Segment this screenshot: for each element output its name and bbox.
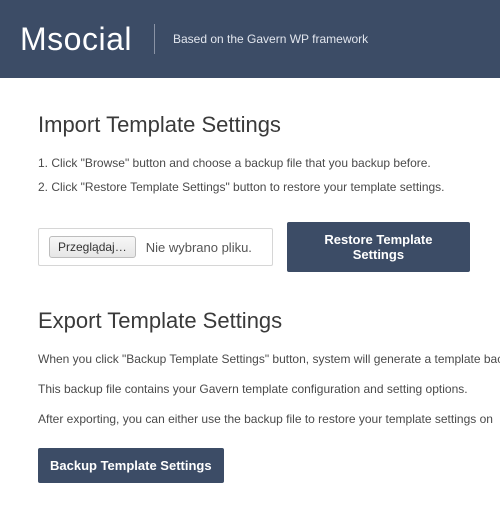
backup-button[interactable]: Backup Template Settings <box>38 448 224 483</box>
import-section-title: Import Template Settings <box>38 112 470 138</box>
import-step-2: 2. Click "Restore Template Settings" but… <box>38 180 470 194</box>
main-content: Import Template Settings 1. Click "Brows… <box>0 78 500 503</box>
file-status-text: Nie wybrano pliku. <box>146 240 252 255</box>
import-step-1: 1. Click "Browse" button and choose a ba… <box>38 156 470 170</box>
export-section-title: Export Template Settings <box>38 308 470 334</box>
file-upload-row: Przeglądaj… Nie wybrano pliku. Restore T… <box>38 222 470 272</box>
export-paragraph-1: When you click "Backup Template Settings… <box>38 352 470 366</box>
export-paragraph-3: After exporting, you can either use the … <box>38 412 470 426</box>
brand-title: Msocial <box>20 21 132 58</box>
file-input-box[interactable]: Przeglądaj… Nie wybrano pliku. <box>38 228 273 266</box>
brand-tagline: Based on the Gavern WP framework <box>173 32 368 46</box>
export-paragraph-2: This backup file contains your Gavern te… <box>38 382 470 396</box>
restore-button[interactable]: Restore Template Settings <box>287 222 470 272</box>
app-header: Msocial Based on the Gavern WP framework <box>0 0 500 78</box>
browse-button[interactable]: Przeglądaj… <box>49 236 136 258</box>
backup-button-wrapper: Backup Template Settings <box>38 448 470 483</box>
header-divider <box>154 24 155 54</box>
